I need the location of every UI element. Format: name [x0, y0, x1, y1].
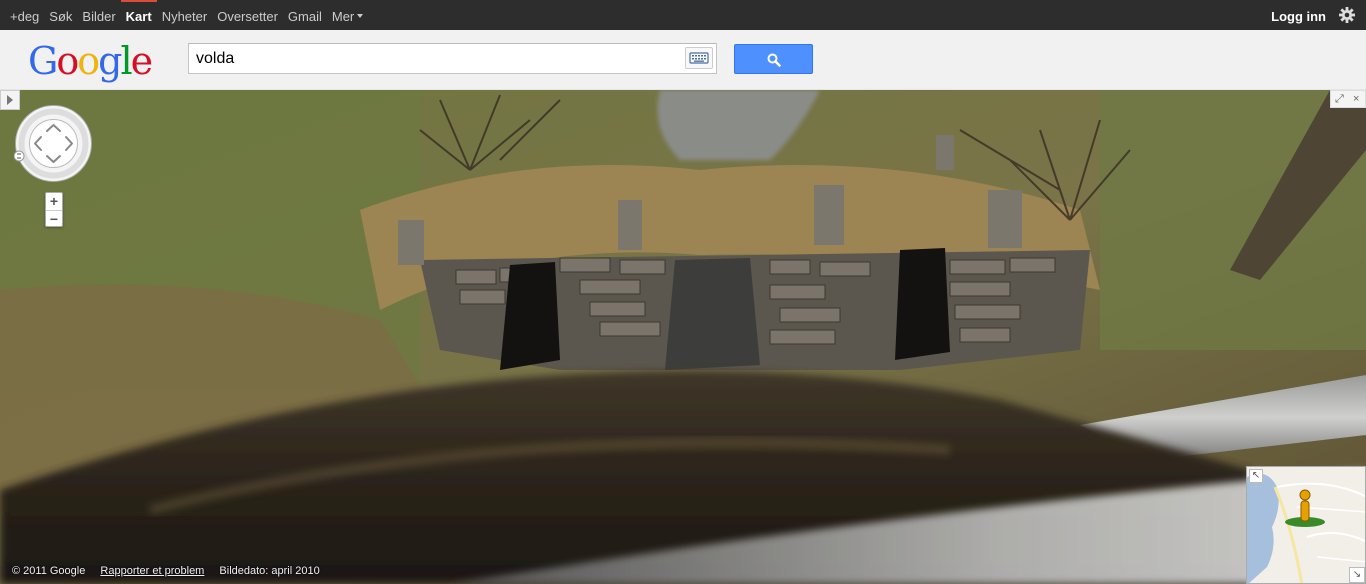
login-link[interactable]: Logg inn [1271, 0, 1326, 30]
close-icon[interactable]: × [1353, 93, 1359, 105]
copyright-text: © 2011 Google [12, 565, 86, 577]
top-nav-links: +deg Søk Bilder Kart Nyheter Oversetter … [0, 0, 368, 30]
top-navigation-bar: +deg Søk Bilder Kart Nyheter Oversetter … [0, 0, 1366, 30]
expand-icon[interactable]: ⤢ [1335, 93, 1344, 105]
street-view-image [0, 90, 1366, 584]
magnifier-icon [767, 53, 781, 67]
pan-control[interactable] [14, 104, 93, 183]
search-input[interactable] [189, 44, 679, 73]
nav-link-more[interactable]: Mer [327, 0, 368, 30]
logo-letter: o [77, 39, 100, 83]
panorama-footer: © 2011 Google Rapporter et problem Bilde… [12, 565, 332, 577]
nav-link-translate[interactable]: Oversetter [212, 0, 283, 30]
keyboard-icon[interactable] [685, 47, 713, 69]
logo-letter: g [98, 39, 122, 83]
report-problem-link[interactable]: Rapporter et problem [100, 565, 204, 577]
collapse-minimap-icon[interactable]: ↘ [1349, 567, 1365, 583]
nav-link-images[interactable]: Bilder [77, 0, 120, 30]
logo-letter: l [120, 39, 132, 83]
logo-letter: o [56, 39, 79, 83]
zoom-control: + − [45, 192, 63, 227]
more-label: Mer [331, 9, 355, 24]
gear-icon[interactable] [1339, 7, 1355, 23]
chevron-down-icon [357, 13, 364, 18]
search-header: Google [0, 30, 1366, 90]
search-box [188, 43, 717, 74]
zoom-out-button[interactable]: − [46, 210, 62, 227]
street-view-panorama[interactable]: + − ⤢ × © 2011 Google Rapporter et probl… [0, 90, 1366, 584]
google-logo[interactable]: Google [28, 39, 153, 83]
nav-link-maps[interactable]: Kart [120, 0, 157, 30]
nav-link-news[interactable]: Nyheter [157, 0, 213, 30]
nav-link-search[interactable]: Søk [44, 0, 77, 30]
expand-minimap-icon[interactable]: ↖ [1249, 469, 1263, 483]
image-date-text: Bildedato: april 2010 [219, 565, 320, 577]
search-button[interactable] [734, 44, 813, 74]
zoom-in-button[interactable]: + [46, 193, 62, 210]
minimap[interactable]: ↖ ↘ [1246, 466, 1366, 584]
logo-letter: e [130, 39, 153, 83]
nav-link-plus[interactable]: +deg [0, 0, 44, 30]
panorama-window-controls: ⤢ × [1330, 90, 1366, 108]
logo-letter: G [28, 39, 58, 83]
nav-link-gmail[interactable]: Gmail [283, 0, 327, 30]
